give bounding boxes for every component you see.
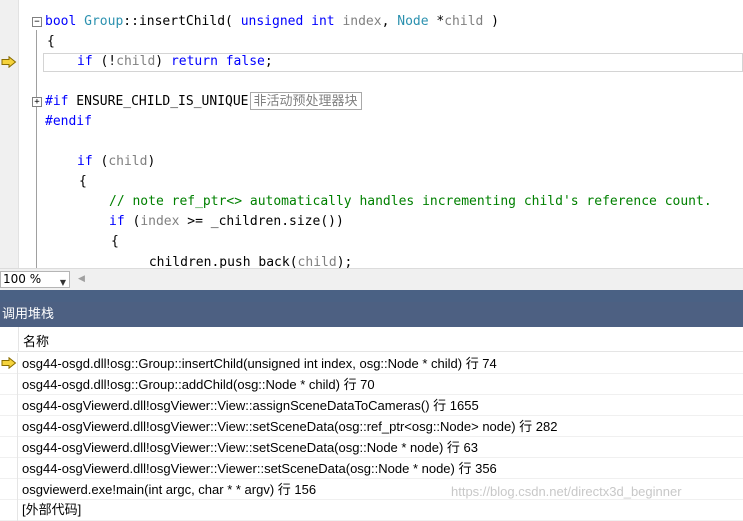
keyword-unsigned: unsigned <box>240 14 304 29</box>
code-line-function-signature[interactable]: bool Group::insertChild( unsigned int in… <box>45 12 499 32</box>
row-gutter <box>0 416 18 437</box>
open-paren: ( <box>225 14 241 29</box>
keyword-if: if <box>77 54 93 69</box>
call-stack-row[interactable]: [外部代码] <box>0 500 743 521</box>
scroll-left-icon[interactable]: ◀ <box>78 274 85 284</box>
panel-title: 调用堆栈 <box>2 307 55 322</box>
indicator-margin[interactable] <box>0 0 19 268</box>
code-line-comment[interactable]: // note ref_ptr<> automatically handles … <box>109 192 712 212</box>
keyword-false: false <box>225 54 265 69</box>
param-child: child <box>116 54 156 69</box>
row-gutter <box>0 458 18 479</box>
stack-frame-label: osgviewerd.exe!main(int argc, char * * a… <box>22 482 317 497</box>
keyword-int: int <box>303 14 335 29</box>
zoom-level-value: 100 % <box>3 272 42 286</box>
row-gutter <box>0 500 18 521</box>
code-text: ); <box>336 255 353 268</box>
inactive-preprocessor-block-label[interactable]: 非活动预处理器块 <box>249 92 362 110</box>
preprocessor-symbol: ENSURE_CHILD_IS_UNIQUE <box>68 94 249 109</box>
close-paren: ) <box>483 14 500 29</box>
param-index: index <box>334 14 382 29</box>
param-index: index <box>140 214 180 229</box>
code-line-null-check[interactable]: if (!child) return false; <box>77 52 273 72</box>
call-stack-row[interactable]: osg44-osgViewerd.dll!osgViewer::View::as… <box>0 395 743 416</box>
call-stack-title-bar[interactable]: 调用堆栈 <box>0 302 743 327</box>
code-line-preprocessor-if[interactable]: #if ENSURE_CHILD_IS_UNIQUE 非活动预处理器块 <box>45 92 362 112</box>
code-line-open-brace[interactable]: { <box>47 32 55 52</box>
keyword-if: if <box>109 214 125 229</box>
stack-frame-label: osg44-osgd.dll!osg::Group::insertChild(u… <box>22 356 497 371</box>
call-stack-row[interactable]: osg44-osgd.dll!osg::Group::insertChild(u… <box>0 353 743 374</box>
stack-frame-label: osg44-osgViewerd.dll!osgViewer::View::se… <box>22 419 558 434</box>
type-node: Node <box>397 14 429 29</box>
pointer-star: * <box>428 14 445 29</box>
keyword-bool: bool <box>45 14 77 29</box>
code-text: _children.push_back( <box>141 255 298 268</box>
column-name-label: 名称 <box>23 335 50 350</box>
call-stack-row[interactable]: osg44-osgd.dll!osg::Group::addChild(osg:… <box>0 374 743 395</box>
watermark-text: https://blog.csdn.net/directx3d_beginner <box>451 484 682 499</box>
code-text: (! <box>92 54 117 69</box>
chevron-down-icon[interactable]: ▼ <box>60 275 66 290</box>
row-gutter <box>0 479 18 500</box>
code-line-open-brace[interactable]: { <box>79 172 87 192</box>
call-stack-row[interactable]: osg44-osgViewerd.dll!osgViewer::View::se… <box>0 416 743 437</box>
keyword-if: if <box>77 154 93 169</box>
stack-frame-label: osg44-osgd.dll!osg::Group::addChild(osg:… <box>22 377 375 392</box>
code-line-if-child[interactable]: if (child) <box>77 152 155 172</box>
code-line-if-index[interactable]: if (index >= _children.size()) <box>109 212 344 232</box>
row-gutter <box>0 374 18 395</box>
outlining-rail <box>36 30 37 268</box>
comma: , <box>381 14 398 29</box>
stack-frame-label: [外部代码] <box>22 502 82 517</box>
call-stack-row[interactable]: osg44-osgViewerd.dll!osgViewer::Viewer::… <box>0 458 743 479</box>
row-gutter <box>0 395 18 416</box>
zoom-level-dropdown[interactable]: 100 % ▼ <box>0 271 70 288</box>
column-divider <box>18 327 19 352</box>
code-line-open-brace[interactable]: { <box>111 232 119 252</box>
code-text: >= _children.size()) <box>179 214 344 229</box>
preprocessor-if: #if <box>45 94 69 109</box>
stack-frame-label: osg44-osgViewerd.dll!osgViewer::View::se… <box>22 440 478 455</box>
keyword-return: return <box>170 54 218 69</box>
param-child: child <box>444 14 484 29</box>
call-stack-column-header[interactable]: 名称 <box>0 327 743 352</box>
code-text: ; <box>264 54 273 69</box>
code-line-preprocessor-endif[interactable]: #endif <box>45 112 92 132</box>
collapse-icon[interactable]: − <box>32 17 42 27</box>
code-text: ) <box>147 154 156 169</box>
row-gutter <box>0 353 18 374</box>
function-name: insertChild <box>138 14 226 29</box>
code-line-push-back[interactable]: _children.push_back(child); <box>141 253 352 268</box>
editor-zoom-bar: 100 % ▼ ◀ <box>0 268 743 291</box>
code-editor[interactable]: − + bool Group::insertChild( unsigned in… <box>0 0 743 268</box>
code-text: ) <box>155 54 171 69</box>
call-stack-row[interactable]: osg44-osgViewerd.dll!osgViewer::View::se… <box>0 437 743 458</box>
row-gutter <box>0 437 18 458</box>
code-text: ( <box>92 154 109 169</box>
type-group: Group <box>84 14 124 29</box>
param-child: child <box>108 154 148 169</box>
expand-icon[interactable]: + <box>32 97 42 107</box>
param-child: child <box>297 255 337 268</box>
current-statement-arrow-icon <box>1 56 17 68</box>
code-text: ( <box>124 214 141 229</box>
panel-splitter[interactable] <box>0 290 743 302</box>
stack-frame-label: osg44-osgViewerd.dll!osgViewer::View::as… <box>22 398 479 413</box>
stack-frame-label: osg44-osgViewerd.dll!osgViewer::Viewer::… <box>22 461 497 476</box>
scope-operator: :: <box>123 14 139 29</box>
current-frame-arrow-icon <box>1 357 17 369</box>
